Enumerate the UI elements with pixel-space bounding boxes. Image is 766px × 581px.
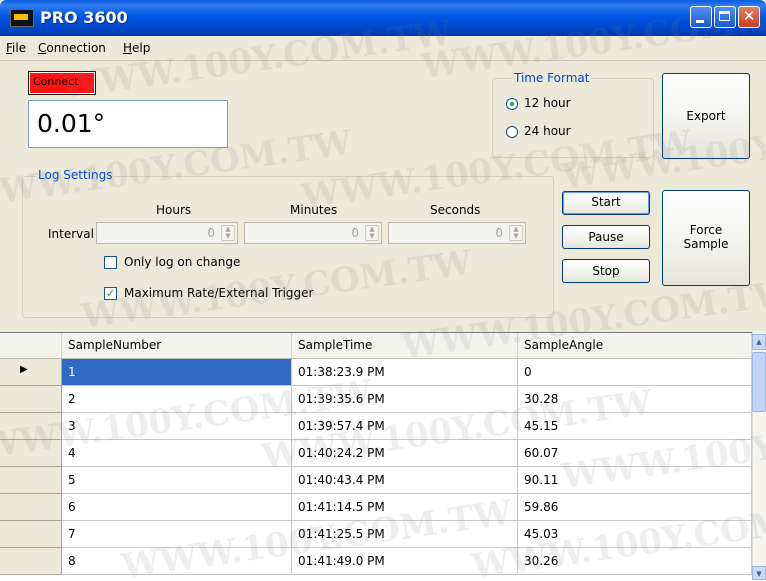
column-header-sampletime[interactable]: SampleTime [292,333,518,359]
hours-spinner[interactable]: 0 ▲ ▼ [96,222,238,244]
force-sample-label-1: Force [689,223,723,237]
radio-24-hour[interactable] [506,126,518,138]
seconds-spin-icon[interactable]: ▲ ▼ [509,225,523,241]
table-cell[interactable]: 01:39:35.6 PM [292,386,518,413]
table-cell[interactable]: 01:41:25.5 PM [292,521,518,548]
table-cell[interactable]: 59.86 [518,494,752,521]
menu-bar: File Connection Help [0,36,766,61]
hours-label: Hours [156,203,192,217]
column-header-samplenumber[interactable]: SampleNumber [62,333,292,359]
max-rate-label: Maximum Rate/External Trigger [124,286,314,300]
table-cell[interactable]: 1 [62,359,292,386]
close-button[interactable]: ✕ [738,6,760,28]
radio-24-hour-label: 24 hour [524,124,571,138]
seconds-spinner[interactable]: 0 ▲ ▼ [388,222,526,244]
table-cell[interactable]: 60.07 [518,440,752,467]
time-format-legend: Time Format [512,71,592,85]
force-sample-label-2: Sample [683,237,729,251]
close-icon: ✕ [742,7,756,25]
row-header[interactable] [0,467,62,494]
row-header-corner [0,333,62,359]
table-cell[interactable]: 30.28 [518,386,752,413]
samples-table[interactable]: SampleNumber SampleTime SampleAngle ▶ 1 01… [0,332,766,581]
stop-button[interactable]: Stop [562,259,650,283]
table-cell[interactable]: 8 [62,548,292,575]
row-header[interactable] [0,386,62,413]
current-row-icon: ▶ [20,364,28,375]
scroll-thumb[interactable] [752,352,766,412]
table-cell[interactable]: 2 [62,386,292,413]
table-cell[interactable]: 90.11 [518,467,752,494]
hours-value: 0 [207,226,215,240]
row-header[interactable] [0,521,62,548]
scroll-up-icon[interactable]: ▲ [752,334,766,350]
radio-12-hour-label: 12 hour [524,96,571,110]
connect-button[interactable]: Connect [28,71,96,95]
table-cell[interactable]: 5 [62,467,292,494]
table-cell[interactable]: 45.15 [518,413,752,440]
max-rate-checkbox[interactable]: ✓ [104,287,117,300]
time-format-group [492,78,654,158]
only-log-label: Only log on change [124,255,241,269]
minutes-spin-icon[interactable]: ▲ ▼ [365,225,379,241]
table-cell[interactable]: 01:41:14.5 PM [292,494,518,521]
seconds-label: Seconds [430,203,481,217]
app-icon [10,9,34,27]
table-cell[interactable]: 6 [62,494,292,521]
table-cell[interactable]: 01:40:24.2 PM [292,440,518,467]
table-cell[interactable]: 4 [62,440,292,467]
row-header[interactable]: ▶ [0,359,62,386]
table-cell[interactable]: 30.26 [518,548,752,575]
row-header[interactable] [0,440,62,467]
table-cell[interactable]: 01:41:49.0 PM [292,548,518,575]
table-cell[interactable]: 7 [62,521,292,548]
table-cell[interactable]: 01:38:23.9 PM [292,359,518,386]
pause-button[interactable]: Pause [562,225,650,249]
table-cell[interactable]: 0 [518,359,752,386]
minutes-label: Minutes [290,203,338,217]
menu-help[interactable]: Help [123,41,150,55]
table-cell[interactable]: 01:39:57.4 PM [292,413,518,440]
row-header[interactable] [0,413,62,440]
table-cell[interactable]: 45.03 [518,521,752,548]
window-title: PRO 3600 [40,8,128,27]
start-button[interactable]: Start [562,191,650,215]
only-log-checkbox[interactable] [104,256,117,269]
seconds-value: 0 [495,226,503,240]
angle-readout: 0.01° [28,100,228,148]
menu-file[interactable]: File [6,41,26,55]
menu-connection[interactable]: Connection [38,41,106,55]
export-button[interactable]: Export [662,73,750,159]
hours-spin-icon[interactable]: ▲ ▼ [221,225,235,241]
scroll-down-icon[interactable]: ▼ [752,566,766,580]
minutes-spinner[interactable]: 0 ▲ ▼ [244,222,382,244]
row-header[interactable] [0,494,62,521]
table-cell[interactable]: 01:40:43.4 PM [292,467,518,494]
table-cell[interactable]: 3 [62,413,292,440]
interval-label: Interval [48,227,94,241]
checkmark-icon: ✓ [105,287,116,300]
radio-12-hour[interactable] [506,98,518,110]
maximize-button[interactable] [714,6,736,28]
column-header-sampleangle[interactable]: SampleAngle [518,333,752,359]
log-settings-legend: Log Settings [36,168,115,182]
force-sample-button[interactable]: Force Sample [662,190,750,286]
minimize-button[interactable] [690,6,712,28]
minutes-value: 0 [351,226,359,240]
row-header[interactable] [0,548,62,575]
